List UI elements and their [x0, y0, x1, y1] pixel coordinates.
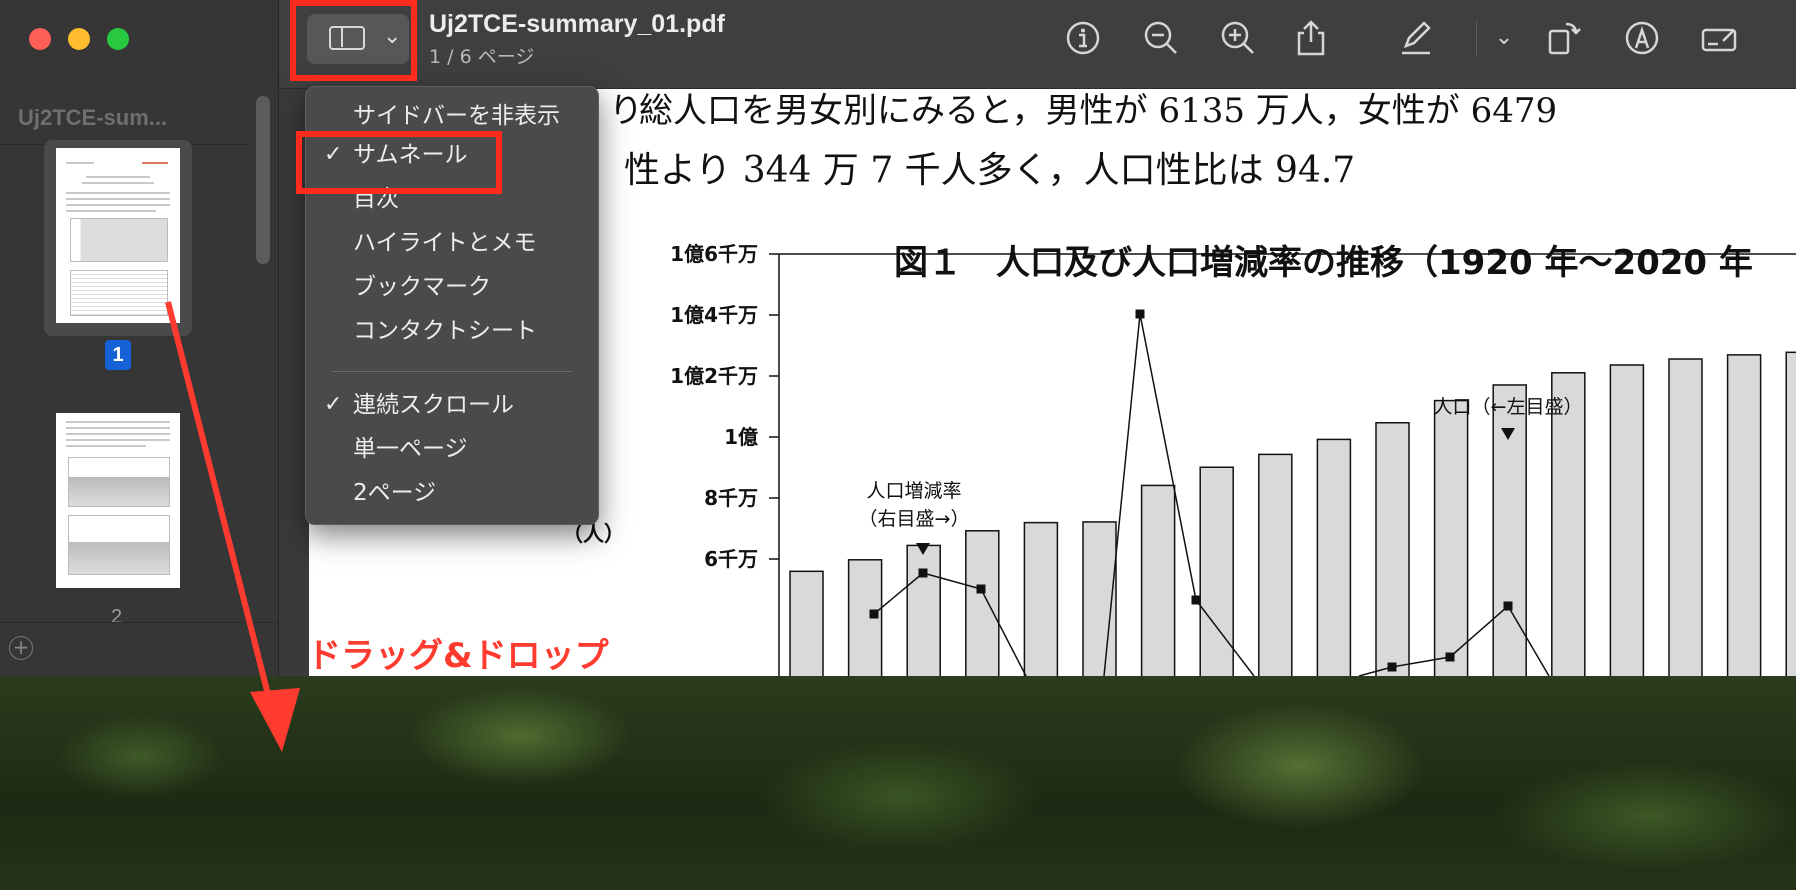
menu-item-5[interactable]: コンタクトシート: [306, 311, 598, 351]
close-window-button[interactable]: [29, 28, 51, 50]
toolbar: ⌄ Uj2TCE-summary_01.pdf 1 / 6 ページ ⌄: [279, 0, 1796, 89]
minimize-window-button[interactable]: [68, 28, 90, 50]
sidebar-toggle-highlight: [290, 0, 417, 81]
growth-rate-marker: [1503, 601, 1513, 611]
growth-rate-marker: [1387, 662, 1397, 672]
population-bar: [1668, 358, 1703, 676]
menu-item-7[interactable]: 単一ページ: [306, 429, 598, 469]
y-tick-label: 8千万: [704, 486, 758, 510]
menu-item-label: 連続スクロール: [353, 392, 514, 418]
toolbar-separator: [1476, 20, 1477, 56]
info-icon[interactable]: [1063, 18, 1103, 58]
menu-item-label: サイドバーを非表示: [353, 103, 560, 129]
page-number-badge-1: 1: [105, 340, 131, 370]
thumbnail-item-highlight: [296, 131, 502, 194]
population-bar: [1375, 422, 1410, 676]
y-tick-label: 1億: [724, 425, 758, 449]
markup-icon[interactable]: [1622, 18, 1662, 58]
menu-item-label: ブックマーク: [353, 274, 491, 300]
sidebar-bottom-divider: [0, 622, 278, 623]
y-tick-label: 6千万: [704, 547, 758, 571]
menu-item-8[interactable]: 2ページ: [306, 473, 598, 513]
menu-item-label: ハイライトとメモ: [353, 230, 537, 256]
population-bar: [1551, 372, 1586, 676]
annotation-growth-rate: 人口増減率: [866, 480, 961, 502]
zoom-out-icon[interactable]: [1141, 18, 1181, 58]
population-bar: [906, 544, 941, 676]
menu-item-label: 2ページ: [353, 480, 437, 506]
annotation-right-scale: （右目盛→）: [859, 508, 970, 530]
menu-item-6[interactable]: ✓ 連続スクロール: [306, 385, 598, 425]
desktop-wallpaper: [0, 676, 1796, 890]
menu-item-label: 単一ページ: [353, 436, 468, 462]
zoom-in-icon[interactable]: [1218, 18, 1258, 58]
highlight-pen-icon[interactable]: [1396, 18, 1436, 58]
population-bar: [1316, 438, 1352, 676]
population-bar: [1023, 521, 1059, 676]
fullscreen-window-button[interactable]: [107, 28, 129, 50]
page-thumbnail-1[interactable]: [56, 148, 180, 323]
sidebar-scrollbar[interactable]: [256, 96, 270, 264]
menu-item-label: コンタクトシート: [353, 318, 537, 344]
share-icon[interactable]: [1291, 18, 1331, 58]
preview-window: Uj2TCE-sum... 1 2 + ⌄ Uj2TCE-summary_01.…: [0, 0, 1796, 676]
population-bar: [1433, 399, 1469, 676]
population-bar: [1785, 351, 1796, 676]
signature-icon[interactable]: [1699, 18, 1739, 58]
population-bar: [965, 530, 1000, 676]
population-bar: [1609, 364, 1645, 676]
y-tick-label: 1億4千万: [670, 303, 758, 327]
sidebar-title: Uj2TCE-sum...: [18, 105, 168, 130]
population-bar: [1258, 453, 1293, 676]
growth-rate-line: [873, 572, 1027, 676]
annotation-population: 人口（←左目盛）: [1434, 396, 1583, 418]
thumbnail-sidebar: Uj2TCE-sum... 1 2 +: [0, 0, 279, 676]
page-number-label-2: 2: [111, 606, 123, 628]
drag-drop-label: ドラッグ&ドロップ: [307, 636, 609, 676]
page-thumbnail-2[interactable]: [56, 413, 180, 588]
population-bar: [1726, 354, 1762, 676]
growth-rate-marker: [869, 609, 879, 619]
highlight-menu-chevron-icon[interactable]: ⌄: [1484, 18, 1524, 58]
page-count: 1 / 6 ページ: [429, 46, 535, 68]
menu-item-0[interactable]: サイドバーを非表示: [306, 96, 598, 136]
growth-rate-marker: [976, 584, 986, 594]
population-bar: [789, 570, 824, 676]
menu-item-4[interactable]: ブックマーク: [306, 267, 598, 307]
checkmark-icon: ✓: [324, 392, 343, 417]
y-tick-label: 1億6千万: [670, 242, 758, 266]
y-tick-label: 1億2千万: [670, 364, 758, 388]
growth-rate-marker: [1445, 652, 1455, 662]
menu-item-3[interactable]: ハイライトとメモ: [306, 223, 598, 263]
growth-rate-marker: [1191, 595, 1201, 605]
growth-rate-marker: [918, 568, 928, 578]
document-title: Uj2TCE-summary_01.pdf: [429, 10, 725, 38]
add-page-button[interactable]: +: [9, 636, 33, 660]
population-bar: [1140, 484, 1176, 676]
growth-rate-marker: [1135, 309, 1145, 319]
menu-separator: [332, 371, 572, 372]
population-bar: [1199, 466, 1234, 676]
rotate-icon[interactable]: [1544, 18, 1584, 58]
